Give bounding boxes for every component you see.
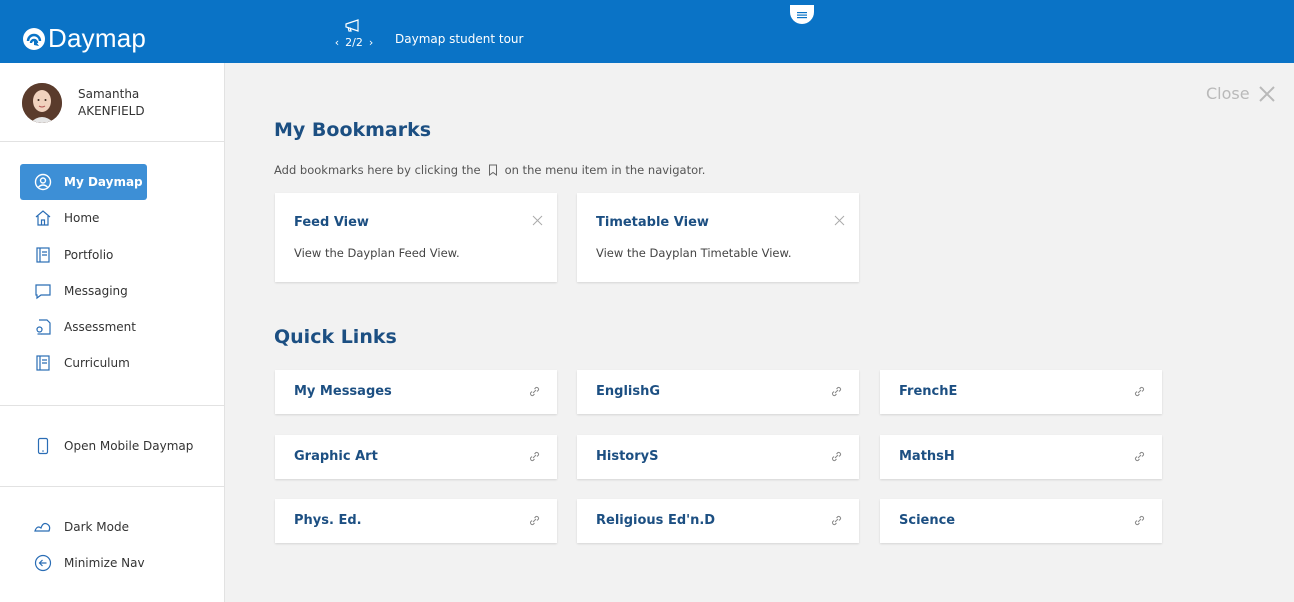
quick-link-label: EnglishG xyxy=(596,384,661,399)
assessment-icon xyxy=(34,318,52,336)
nav-item-home[interactable]: Home xyxy=(20,200,147,236)
link-icon xyxy=(529,515,540,526)
bookmark-description: View the Dayplan Feed View. xyxy=(294,246,460,260)
tour-pager-text: 2/2 xyxy=(345,36,363,49)
divider xyxy=(0,141,225,142)
dark-mode-icon xyxy=(34,518,52,536)
bookmark-card-feed-view[interactable]: Feed View View the Dayplan Feed View. xyxy=(275,193,557,282)
link-icon xyxy=(529,386,540,397)
arrow-left-circle-icon xyxy=(34,554,52,572)
bookmark-icon xyxy=(488,164,497,176)
link-icon xyxy=(1134,515,1145,526)
bookmark-title: Feed View xyxy=(294,215,369,230)
quick-link-label: My Messages xyxy=(294,384,392,399)
sidebar: Samantha AKENFIELD My Daymap Home Portfo… xyxy=(0,63,225,602)
daymap-logo-icon xyxy=(23,27,45,50)
nav-item-messaging[interactable]: Messaging xyxy=(20,273,147,309)
quick-link-phys-ed[interactable]: Phys. Ed. xyxy=(275,499,557,543)
nav-label: Curriculum xyxy=(64,356,130,370)
curriculum-icon xyxy=(34,354,52,372)
nav-label: Portfolio xyxy=(64,248,114,262)
menu-icon xyxy=(797,11,807,18)
link-icon xyxy=(1134,451,1145,462)
nav-item-curriculum[interactable]: Curriculum xyxy=(20,345,147,381)
minimize-nav-button[interactable]: Minimize Nav xyxy=(20,545,220,581)
quick-link-graphic-art[interactable]: Graphic Art xyxy=(275,435,557,479)
nav-label: Dark Mode xyxy=(64,520,129,534)
quick-link-label: Religious Ed'n.D xyxy=(596,513,716,528)
megaphone-icon xyxy=(345,19,359,32)
portfolio-icon xyxy=(34,246,52,264)
home-icon xyxy=(34,209,52,227)
remove-bookmark-icon[interactable] xyxy=(834,215,845,226)
link-icon xyxy=(1134,386,1145,397)
tour-menu-button[interactable] xyxy=(790,5,814,24)
quick-links-title: Quick Links xyxy=(274,326,397,348)
quick-link-frenche[interactable]: FrenchE xyxy=(880,370,1162,414)
nav-label: Open Mobile Daymap xyxy=(64,439,194,453)
dark-mode-toggle[interactable]: Dark Mode xyxy=(20,509,220,545)
quick-link-historys[interactable]: HistoryS xyxy=(577,435,859,479)
hint-text-after: on the menu item in the navigator. xyxy=(504,163,706,177)
tour-title: Daymap student tour xyxy=(395,32,524,46)
close-icon xyxy=(1258,85,1275,102)
logo-text: Daymap xyxy=(48,23,147,53)
link-icon xyxy=(529,451,540,462)
quick-link-religious-edn-d[interactable]: Religious Ed'n.D xyxy=(577,499,859,543)
quick-link-mathsh[interactable]: MathsH xyxy=(880,435,1162,479)
nav-label: Home xyxy=(64,211,100,225)
tour-prev-button[interactable]: ‹ xyxy=(335,36,339,49)
user-circle-icon xyxy=(34,173,52,191)
tour-control: ‹ 2/2 › xyxy=(324,19,384,49)
bookmarks-title: My Bookmarks xyxy=(274,119,432,141)
close-button[interactable]: Close xyxy=(1206,84,1276,103)
remove-bookmark-icon[interactable] xyxy=(532,215,543,226)
top-bar: Daymap ‹ 2/2 › Daymap student tour xyxy=(0,0,1294,63)
chat-icon xyxy=(34,282,52,300)
divider xyxy=(0,486,225,487)
quick-link-science[interactable]: Science xyxy=(880,499,1162,543)
mobile-phone-icon xyxy=(34,437,52,455)
avatar xyxy=(22,83,62,123)
close-label: Close xyxy=(1206,84,1250,103)
link-icon xyxy=(831,515,842,526)
hint-text-before: Add bookmarks here by clicking the xyxy=(274,163,481,177)
quick-link-label: Phys. Ed. xyxy=(294,513,362,528)
quick-link-my-messages[interactable]: My Messages xyxy=(275,370,557,414)
quick-link-label: Science xyxy=(899,513,956,528)
bookmark-card-timetable-view[interactable]: Timetable View View the Dayplan Timetabl… xyxy=(577,193,859,282)
daymap-logo[interactable]: Daymap xyxy=(22,23,146,54)
user-profile[interactable]: Samantha AKENFIELD xyxy=(22,83,145,123)
nav-item-my-daymap[interactable]: My Daymap xyxy=(20,164,147,200)
open-mobile-daymap-button[interactable]: Open Mobile Daymap xyxy=(20,428,220,464)
tour-next-button[interactable]: › xyxy=(369,36,373,49)
nav-item-portfolio[interactable]: Portfolio xyxy=(20,237,147,273)
divider xyxy=(0,405,225,406)
quick-link-label: HistoryS xyxy=(596,449,659,464)
link-icon xyxy=(831,386,842,397)
bookmark-title: Timetable View xyxy=(596,215,709,230)
nav-label: Assessment xyxy=(64,320,136,334)
bookmark-description: View the Dayplan Timetable View. xyxy=(596,246,792,260)
quick-link-label: FrenchE xyxy=(899,384,958,399)
quick-link-label: Graphic Art xyxy=(294,449,378,464)
nav-label: Minimize Nav xyxy=(64,556,145,570)
nav-item-assessment[interactable]: Assessment xyxy=(20,309,147,345)
user-last-name: AKENFIELD xyxy=(78,104,145,118)
quick-link-englishg[interactable]: EnglishG xyxy=(577,370,859,414)
nav-label: My Daymap xyxy=(64,175,143,189)
quick-link-label: MathsH xyxy=(899,449,955,464)
user-first-name: Samantha xyxy=(78,87,140,101)
link-icon xyxy=(831,451,842,462)
nav-label: Messaging xyxy=(64,284,128,298)
bookmarks-hint: Add bookmarks here by clicking the on th… xyxy=(274,163,705,177)
